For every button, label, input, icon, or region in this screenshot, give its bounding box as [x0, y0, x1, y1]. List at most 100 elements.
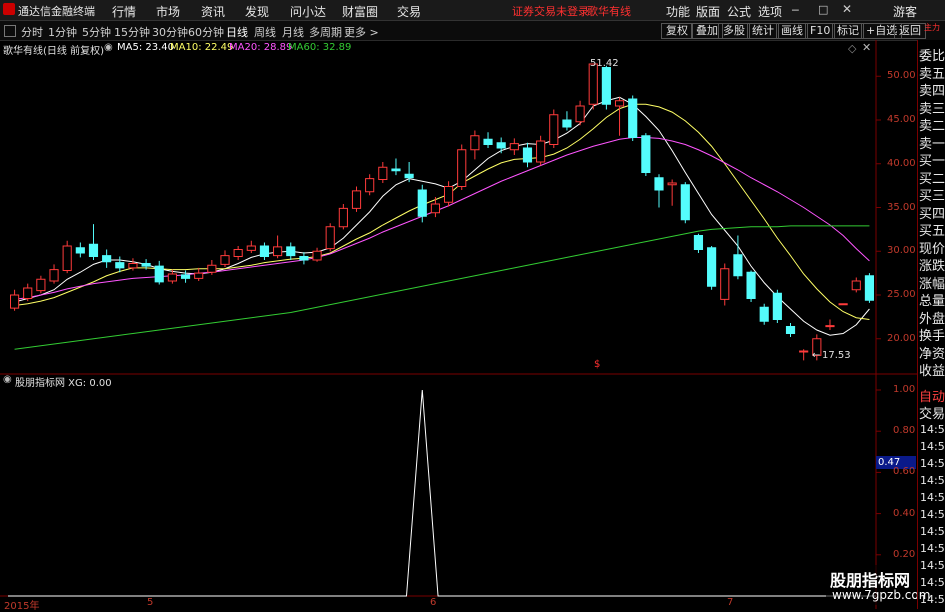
- quote-label: 买四: [919, 206, 945, 222]
- button-draw[interactable]: 画线: [776, 23, 808, 39]
- candle-up: [325, 226, 335, 250]
- candle-up: [575, 105, 585, 123]
- period-tab-5min[interactable]: 5分钟: [82, 24, 111, 40]
- candle-down: [417, 189, 427, 217]
- trade-time: 14:56: [920, 525, 945, 538]
- trade-time: 14:56: [920, 491, 945, 504]
- app-title: 通达信金融终端: [18, 5, 95, 18]
- price-axis-label: 35.00: [887, 201, 916, 213]
- candle-up: [9, 294, 20, 309]
- period-tab-60min[interactable]: 60分钟: [188, 24, 224, 40]
- trade-time: 14:56: [920, 559, 945, 572]
- candle-down: [141, 263, 151, 267]
- candle-up: [443, 186, 454, 203]
- candle-up: [220, 255, 230, 265]
- candle-down: [286, 246, 296, 257]
- candle-down: [707, 247, 717, 287]
- candle-down: [785, 326, 796, 334]
- period-tab-more[interactable]: 更多 >: [344, 24, 379, 40]
- period-tab-weekly[interactable]: 周线: [254, 24, 276, 40]
- quote-label: 净资: [919, 346, 945, 362]
- minimize-icon[interactable]: ─: [792, 4, 799, 17]
- close-icon[interactable]: ✕: [842, 2, 852, 16]
- candle-down: [115, 262, 125, 269]
- price-axis-label: 30.00: [887, 245, 916, 257]
- button-statistics[interactable]: 统计: [747, 23, 779, 39]
- period-tab-monthly[interactable]: 月线: [282, 24, 304, 40]
- candle-up: [720, 268, 730, 300]
- candle-up: [207, 264, 217, 273]
- toolbar-toggle-icon[interactable]: [4, 25, 16, 37]
- login-notice[interactable]: 证券交易未登录: [512, 3, 589, 19]
- menu-item-layout[interactable]: 版面: [696, 3, 720, 20]
- button-adjust[interactable]: 复权: [661, 23, 693, 39]
- candle-down: [522, 147, 533, 163]
- xg-indicator-line: [8, 389, 876, 597]
- candle-up: [194, 272, 204, 279]
- indicator-toggle-icon[interactable]: ◉: [3, 374, 12, 385]
- trade-label: 交易: [919, 407, 945, 422]
- current-stock: 歌华有线: [587, 5, 631, 18]
- candle-down: [759, 306, 769, 322]
- menu-item-discover[interactable]: 发现: [245, 3, 269, 20]
- candle-up: [62, 245, 72, 271]
- menu-item-news[interactable]: 资讯: [201, 3, 225, 20]
- candle-up: [825, 325, 835, 328]
- quote-label: 卖一: [919, 136, 945, 152]
- menu-item-quotes[interactable]: 行情: [112, 3, 136, 20]
- candle-up: [667, 182, 677, 186]
- button-multistock[interactable]: 多股: [718, 23, 750, 39]
- date-label-july: 7: [727, 597, 734, 608]
- period-tab-1min[interactable]: 1分钟: [48, 24, 77, 40]
- trade-time: 14:56: [920, 593, 945, 606]
- menu-item-options[interactable]: 选项: [758, 3, 782, 20]
- trade-time: 14:56: [920, 440, 945, 453]
- quote-label: 买二: [919, 171, 945, 187]
- candle-down: [88, 243, 99, 257]
- candle-up: [338, 207, 348, 228]
- candle-down: [746, 271, 756, 299]
- menu-item-ask[interactable]: 问小达: [290, 3, 326, 20]
- menu-item-formula[interactable]: 公式: [727, 3, 751, 20]
- watermark-url: www.7gpzb.com: [832, 588, 931, 602]
- button-back[interactable]: 返回: [894, 23, 926, 39]
- quote-label: 外盘: [919, 311, 945, 327]
- quote-label: 收益: [919, 364, 945, 379]
- panel-top-label: 主力: [924, 23, 940, 32]
- period-tab-multi[interactable]: 多周期: [309, 24, 342, 40]
- candle-up: [49, 269, 59, 282]
- candlesticks: [9, 63, 875, 361]
- period-tab-intraday[interactable]: 分时: [21, 24, 43, 40]
- menu-item-wealth[interactable]: 财富圈: [342, 3, 378, 20]
- trade-time: 14:56: [920, 508, 945, 521]
- trade-time: 14:56: [920, 423, 945, 436]
- menu-item-function[interactable]: 功能: [666, 3, 690, 20]
- period-tab-15min[interactable]: 15分钟: [114, 24, 150, 40]
- price-chart[interactable]: [0, 40, 917, 610]
- guest-label[interactable]: 游客: [893, 3, 917, 20]
- price-axis-label: 45.00: [887, 114, 916, 125]
- candle-up: [351, 190, 362, 209]
- candle-up: [378, 166, 388, 180]
- event-marker[interactable]: $: [594, 359, 600, 370]
- price-axis-label: 20.00: [887, 332, 916, 344]
- candle-down: [733, 254, 743, 277]
- menu-item-market[interactable]: 市场: [156, 3, 180, 20]
- date-label-2015: 2015年: [4, 601, 40, 612]
- trade-time: 14:56: [920, 576, 945, 589]
- period-tab-daily[interactable]: 日线: [226, 24, 248, 40]
- quote-label: 现价: [919, 241, 945, 257]
- button-mark[interactable]: 标记: [832, 23, 864, 39]
- button-f10[interactable]: F10: [805, 23, 836, 39]
- trade-time: 14:56: [920, 474, 945, 487]
- quote-label: 买五: [919, 224, 945, 239]
- period-tab-30min[interactable]: 30分钟: [152, 24, 188, 40]
- maximize-icon[interactable]: □: [818, 3, 828, 16]
- candle-up: [36, 278, 46, 292]
- quote-label: 委比: [919, 49, 945, 64]
- candle-up: [23, 287, 33, 299]
- candle-down: [680, 184, 690, 221]
- candle-up: [799, 350, 809, 353]
- candle-up: [549, 114, 559, 145]
- menu-item-trade[interactable]: 交易: [397, 3, 421, 20]
